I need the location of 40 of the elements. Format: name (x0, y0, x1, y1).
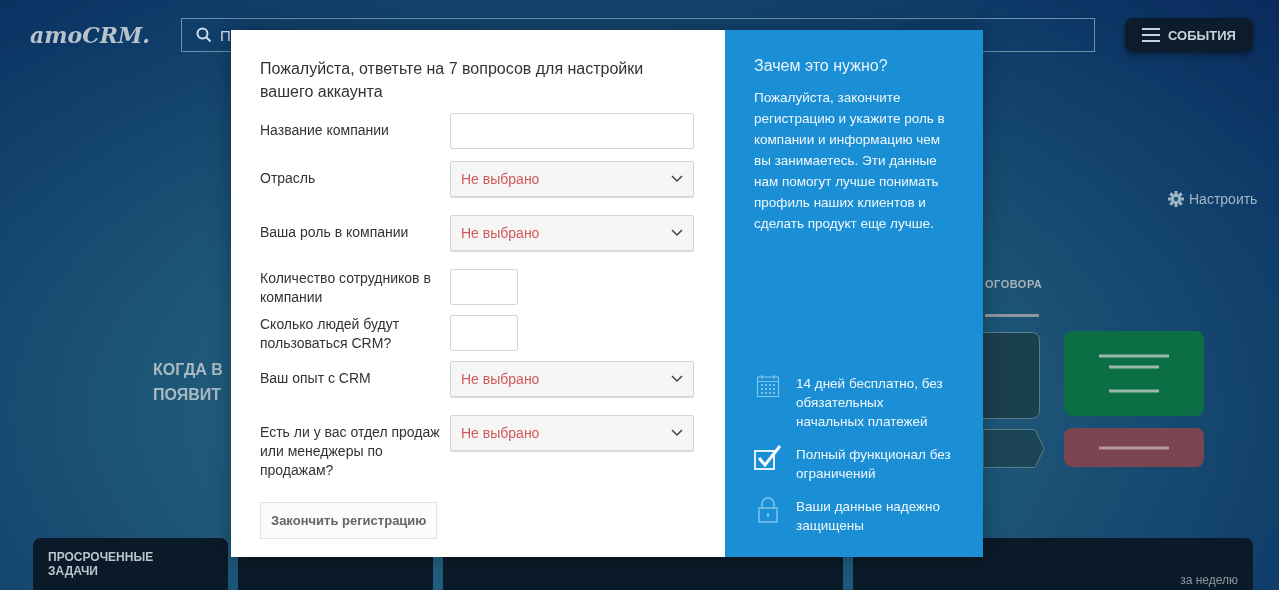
checkbox-icon (754, 445, 782, 471)
info-heading: Зачем это нужно? (754, 57, 889, 75)
select-field[interactable]: Не выбрано (450, 415, 694, 451)
chevron-down-icon (671, 375, 683, 383)
benefit-text: Ваши данные надежно защищены (796, 498, 942, 535)
number-field[interactable] (450, 269, 518, 305)
banner-text: ПОЯВИТ (153, 385, 223, 405)
select-field[interactable]: Не выбрано (450, 161, 694, 197)
chevron-down-icon (671, 175, 683, 183)
search-input[interactable]: П (218, 25, 421, 45)
calendar-icon (754, 374, 782, 398)
widget-title: ПРОСРОЧЕННЫЕ ЗАДАЧИ (48, 550, 155, 578)
logo[interactable]: amoCRM. (30, 22, 181, 48)
input-field[interactable] (450, 113, 694, 149)
benefit-text: 14 дней бесплатно, без обязательных начальных платежей (796, 375, 944, 431)
field-label: Есть ли у вас отдел продаж или менеджеры по продажам? (260, 423, 441, 480)
select-field[interactable]: Не выбрано (450, 215, 694, 251)
period-label: за неделю (1180, 573, 1238, 587)
events-button[interactable]: СОБЫТИЯ (1125, 18, 1253, 52)
chevron-down-icon (671, 429, 683, 437)
settings-link[interactable]: Настроить (1168, 191, 1258, 207)
field-label: Ваша роль в компании (260, 223, 410, 242)
field-label: Количество сотрудников в компании (260, 269, 432, 307)
line-icon (1099, 445, 1169, 450)
benefit-text: Полный функционал без ограничений (796, 446, 952, 483)
submit-button[interactable]: Закончить регистрацию (260, 502, 438, 539)
select-field[interactable]: Не выбрано (450, 361, 694, 397)
number-field[interactable] (450, 315, 518, 351)
field-label: Название компании (260, 121, 390, 140)
search-icon (196, 27, 212, 43)
modal-title: Пожалуйста, ответьте на 7 вопросов для настройки вашего аккаунта (260, 59, 645, 102)
settings-icon (1168, 191, 1184, 207)
field-label: Ваш опыт с CRM (260, 369, 372, 388)
arrow-shape (983, 429, 1045, 468)
field-label: Сколько людей будут пользоваться CRM? (260, 315, 401, 353)
menu-icon (1142, 28, 1161, 42)
chevron-down-icon (671, 229, 683, 237)
info-text: Пожалуйста, закончите регистрацию и укажите роль в компании и информацию чем вы занимаетесь. Эти данные нам помогут лучше понимать профиль наших клиентов и сделать продукт еще лучше. (754, 89, 946, 233)
field-label: Отрасль (260, 169, 317, 188)
banner-text: КОГДА В (153, 360, 223, 380)
